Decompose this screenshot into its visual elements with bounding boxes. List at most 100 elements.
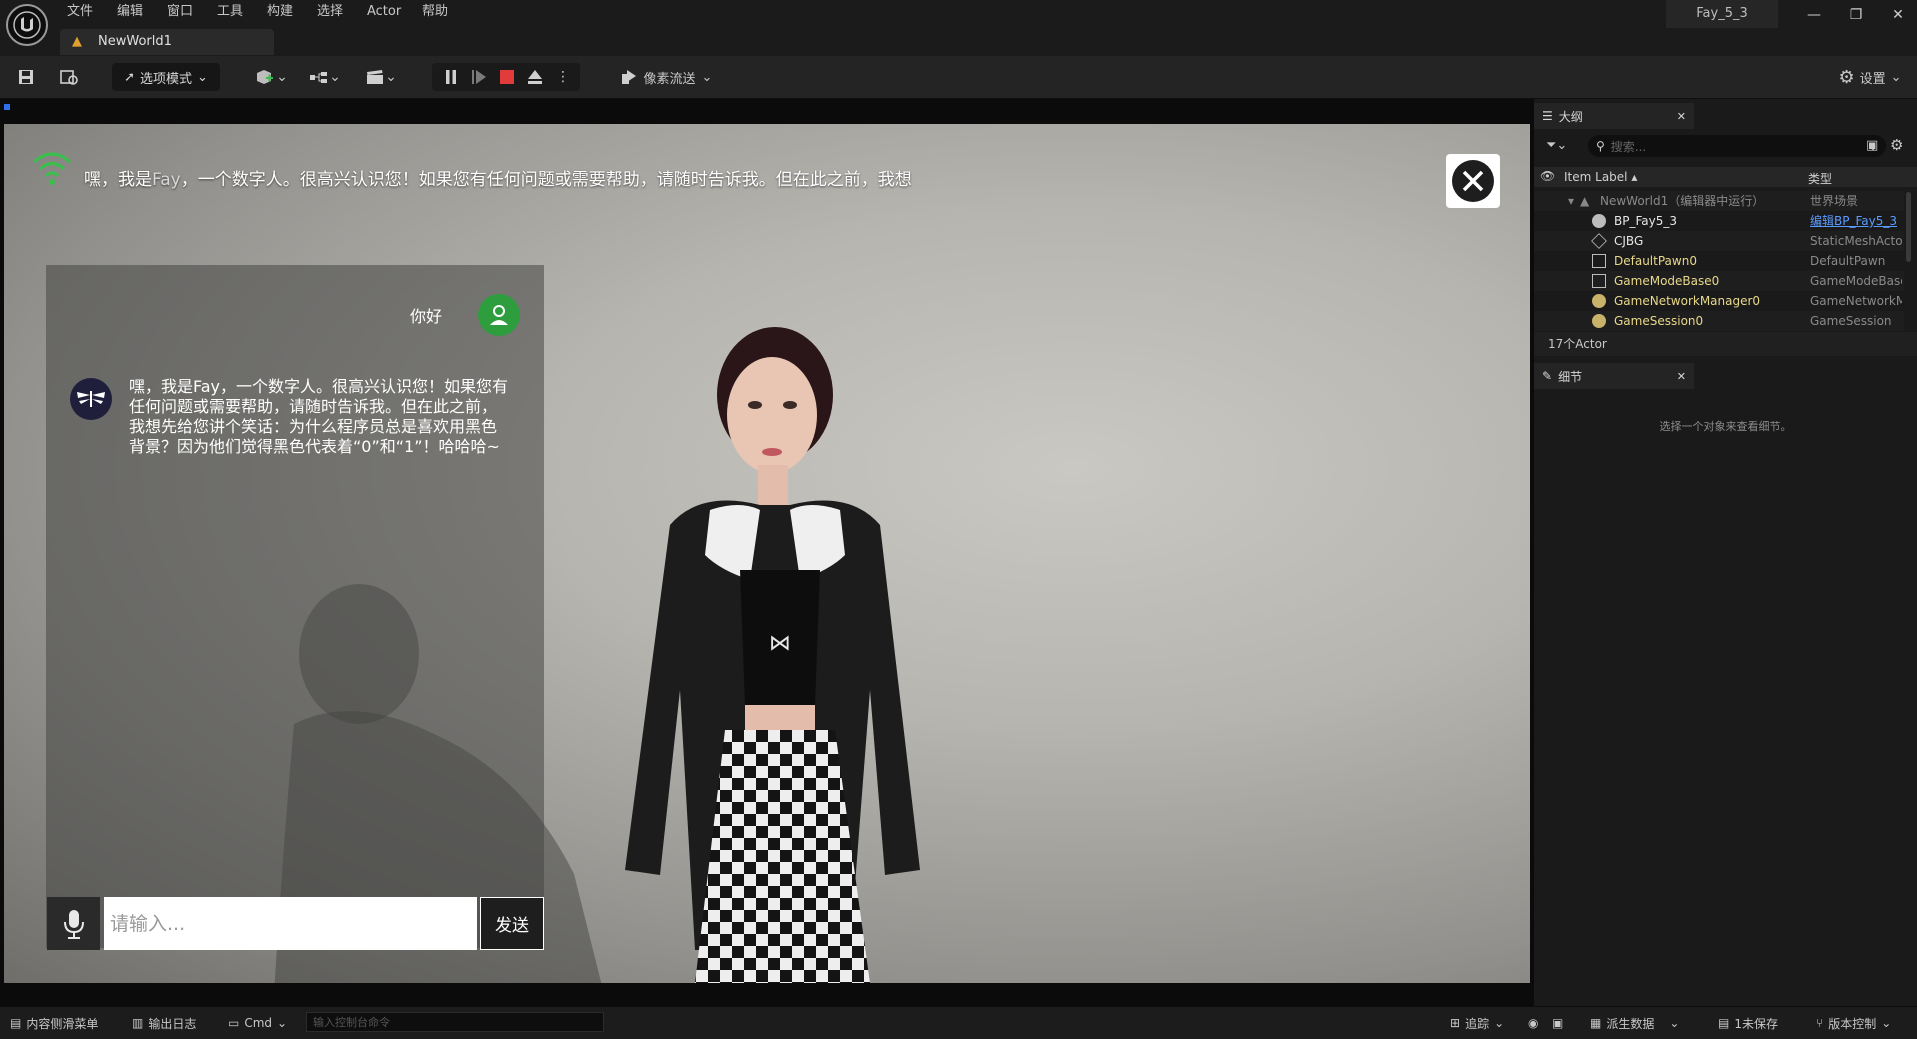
derived-data-button[interactable]: ▦ 派生数据 ⌄ — [1590, 1007, 1679, 1039]
details-tab[interactable]: ✎ 细节 ✕ — [1534, 363, 1694, 389]
digital-human-avatar: ⋈ — [625, 327, 920, 983]
minimize-icon[interactable]: — — [1796, 0, 1832, 30]
outliner-row[interactable]: BP_Fay5_3 编辑BP_Fay5_3 — [1534, 211, 1904, 231]
play-options-icon[interactable]: ⋮ — [552, 65, 574, 89]
actor-icon — [1592, 314, 1606, 328]
col-type[interactable]: 类型 — [1808, 170, 1832, 187]
settings-button[interactable]: ⚙ 设置 ⌄ — [1836, 65, 1904, 89]
level-tab-label: NewWorld1 — [98, 34, 172, 49]
main-toolbar: ➚ 选项模式 ⌄ ⌄ ⌄ ⌄ ⋮ 像素流送 ⌄ ⚙ 设置 ⌄ — [0, 56, 1917, 99]
content-drawer-label: 内容侧滑菜单 — [26, 1016, 99, 1031]
level-tab[interactable]: ▲ NewWorld1 — [60, 29, 274, 55]
menu-build[interactable]: 构建 — [267, 2, 293, 22]
browse-content-icon[interactable] — [56, 65, 82, 89]
tab-close-icon[interactable]: ✕ — [1677, 370, 1686, 383]
unsaved-label: 1未保存 — [1734, 1016, 1778, 1031]
menu-tools[interactable]: 工具 — [217, 2, 243, 22]
filter-icon[interactable]: ⏷⌄ — [1546, 138, 1567, 153]
menu-window[interactable]: 窗口 — [167, 2, 193, 22]
outliner-row[interactable]: GameModeBase0 GameModeBase — [1534, 271, 1904, 291]
stop-icon[interactable] — [496, 65, 518, 89]
user-avatar — [478, 294, 520, 336]
unreal-logo-icon[interactable] — [6, 4, 48, 46]
outliner-row[interactable]: GameSession0 GameSession — [1534, 311, 1904, 331]
chevron-down-icon: ⌄ — [1494, 1016, 1505, 1030]
close-button[interactable] — [1446, 154, 1500, 208]
wifi-icon — [33, 152, 71, 185]
unsaved-icon: ▤ — [1718, 1016, 1730, 1030]
derived-data-label: 派生数据 — [1606, 1016, 1655, 1031]
actor-icon — [1592, 294, 1606, 308]
menu-file[interactable]: 文件 — [67, 2, 93, 22]
output-log-icon: ▥ — [132, 1016, 144, 1030]
output-log-button[interactable]: ▥ 输出日志 — [132, 1007, 196, 1039]
pawn-icon — [1592, 254, 1606, 268]
row-label: CJBG — [1614, 234, 1644, 248]
trace-button[interactable]: ⊞ 追踪 ⌄ — [1450, 1007, 1504, 1039]
send-button[interactable]: 发送 — [480, 897, 544, 950]
mode-selector[interactable]: ➚ 选项模式 ⌄ — [112, 63, 220, 91]
visibility-icon[interactable]: 👁 — [1540, 169, 1555, 183]
menu-actor[interactable]: Actor — [367, 2, 401, 22]
edit-blueprint-link[interactable]: 编辑BP_Fay5_3 — [1810, 211, 1902, 231]
screenshot-icon[interactable]: ▣ — [1552, 1007, 1563, 1039]
menu-help[interactable]: 帮助 — [422, 2, 448, 22]
content-drawer-button[interactable]: ▤ 内容侧滑菜单 — [10, 1007, 98, 1039]
dragonfly-icon — [77, 391, 105, 407]
save-icon[interactable] — [14, 65, 38, 89]
bot-message: 嘿，我是Fay，一个数字人。很高兴认识您！如果您有任何问题或需要帮助，请随时告诉… — [129, 377, 509, 456]
project-name: Fay_5_3 — [1666, 0, 1778, 28]
outliner-tab-label: 大纲 — [1558, 109, 1583, 124]
chat-input[interactable] — [104, 897, 477, 950]
cinematics-icon[interactable]: ⌄ — [362, 65, 400, 89]
console-command-input[interactable] — [306, 1012, 604, 1032]
static-mesh-icon — [1591, 233, 1607, 249]
outliner-settings-icon[interactable]: ⚙ — [1890, 136, 1903, 154]
unsaved-button[interactable]: ▤ 1未保存 — [1718, 1007, 1778, 1039]
trace-label: 追踪 — [1465, 1016, 1490, 1031]
user-icon — [490, 305, 508, 325]
expand-icon[interactable]: ▾ — [1568, 191, 1574, 211]
outliner-row[interactable]: DefaultPawn0 DefaultPawn — [1534, 251, 1904, 271]
details-tab-label: 细节 — [1558, 369, 1583, 384]
outliner-row[interactable]: CJBG StaticMeshActor — [1534, 231, 1904, 251]
col-item-label[interactable]: Item Label ▴ — [1564, 170, 1637, 184]
outliner-search-placeholder: 搜索... — [1610, 139, 1647, 154]
source-control-button[interactable]: ⑂ 版本控制 ⌄ — [1816, 1007, 1891, 1039]
step-icon[interactable] — [468, 65, 490, 89]
title-bar: 文件 编辑 窗口 工具 构建 选择 Actor 帮助 ▲ NewWorld1 F… — [0, 0, 1917, 56]
window-close-icon[interactable]: ✕ — [1880, 0, 1916, 30]
microphone-icon — [63, 909, 84, 939]
outliner-world-row[interactable]: ▾ ▲ NewWorld1（编辑器中运行） 世界场景 — [1534, 191, 1904, 211]
level-icon: ▲ — [72, 34, 82, 49]
outliner-tab[interactable]: ☰ 大纲 ✕ — [1534, 103, 1694, 129]
source-control-icon: ⑂ — [1816, 1016, 1824, 1030]
menu-select[interactable]: 选择 — [317, 2, 343, 22]
world-icon: ▲ — [1580, 194, 1590, 208]
pixel-streaming-button[interactable]: 像素流送 ⌄ — [618, 65, 714, 89]
record-icon[interactable]: ◉ — [1528, 1007, 1538, 1039]
row-type: GameNetworkManager — [1810, 294, 1902, 308]
blueprint-menu-icon[interactable]: ⌄ — [306, 65, 344, 89]
microphone-button[interactable] — [47, 897, 100, 950]
chevron-down-icon: ⌄ — [1669, 1016, 1680, 1030]
outliner-search[interactable]: ⚲ 搜索... ⌄ — [1588, 135, 1886, 157]
eject-icon[interactable] — [524, 65, 546, 89]
settings-label: 设置 — [1859, 71, 1886, 87]
outliner-scrollbar[interactable] — [1906, 192, 1911, 262]
blueprint-icon — [1592, 214, 1606, 228]
row-label: GameModeBase0 — [1614, 274, 1720, 288]
menu-edit[interactable]: 编辑 — [117, 2, 143, 22]
outliner-icon: ☰ — [1542, 109, 1553, 123]
restore-icon[interactable]: ❐ — [1838, 0, 1874, 30]
row-label: GameNetworkManager0 — [1614, 294, 1761, 308]
pause-icon[interactable] — [440, 65, 462, 89]
subtitle-text: 嘿，我是Fay，一个数字人。很高兴认识您！如果您有任何问题或需要帮助，请随时告诉… — [84, 165, 912, 190]
outliner-row[interactable]: GameNetworkManager0 GameNetworkManager — [1534, 291, 1904, 311]
new-folder-icon[interactable]: ▣ — [1866, 138, 1878, 153]
tab-close-icon[interactable]: ✕ — [1677, 110, 1686, 123]
play-controls: ⋮ — [432, 63, 580, 91]
row-type: GameSession — [1810, 314, 1892, 328]
cmd-dropdown[interactable]: ▭ Cmd ⌄ — [228, 1007, 287, 1039]
add-actor-icon[interactable]: ⌄ — [252, 65, 290, 89]
